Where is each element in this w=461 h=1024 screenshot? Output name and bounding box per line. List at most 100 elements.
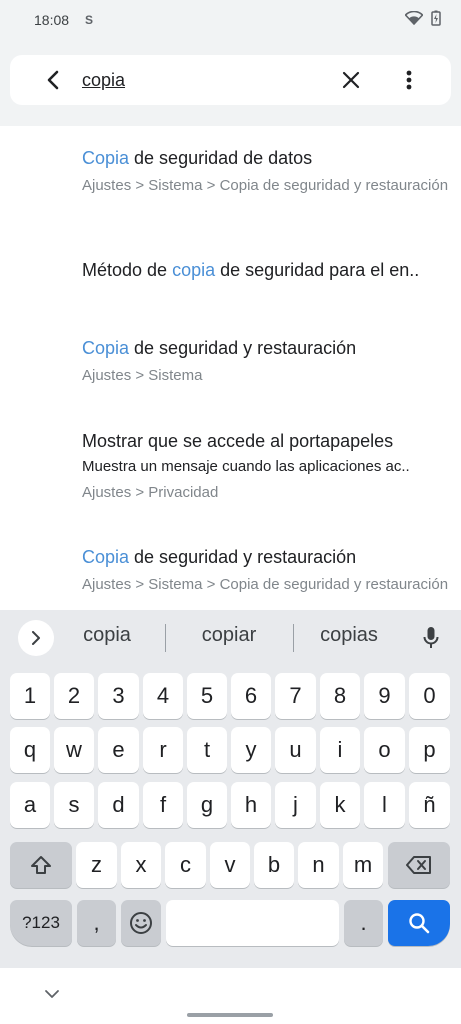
symbols-key[interactable]: ?123 — [10, 900, 72, 946]
battery-charging-icon — [431, 10, 441, 31]
result-title-text: de seguridad de datos — [129, 148, 313, 168]
result-item[interactable]: Método de copia de seguridad para el en.… — [82, 259, 452, 281]
navigation-bar — [0, 968, 461, 1024]
clear-icon — [342, 71, 360, 89]
key-u[interactable]: u — [275, 727, 316, 773]
result-title-highlight: Copia — [82, 338, 130, 358]
result-title: Mostrar que se accede al portapapeles — [82, 431, 394, 451]
search-icon — [409, 913, 430, 934]
key-7[interactable]: 7 — [275, 673, 316, 719]
key-c[interactable]: c — [165, 842, 206, 888]
key-2[interactable]: 2 — [54, 673, 94, 719]
suggestion-chip[interactable]: copiar — [174, 624, 284, 647]
shift-key[interactable] — [10, 842, 72, 888]
more-vert-icon — [406, 70, 412, 90]
key-a[interactable]: a — [10, 782, 50, 828]
expand-suggestions-icon — [32, 631, 40, 645]
backspace-icon — [406, 856, 431, 874]
key-9[interactable]: 9 — [364, 673, 405, 719]
search-action-key[interactable] — [388, 900, 450, 946]
space-key[interactable] — [166, 900, 339, 946]
mic-icon — [423, 627, 439, 648]
emoji-key[interactable] — [121, 900, 161, 946]
search-bar — [10, 55, 451, 105]
status-bar: 18:08 S — [0, 0, 461, 40]
result-title-highlight: copia — [172, 260, 216, 280]
wifi-icon — [404, 10, 424, 30]
hide-keyboard-button[interactable] — [40, 982, 64, 1006]
period-key[interactable]: . — [344, 900, 383, 946]
key-v[interactable]: v — [210, 842, 250, 888]
result-item[interactable]: Mostrar que se accede al portapapeles Mu… — [82, 430, 452, 502]
result-summary: Muestra un mensaje cuando las aplicacion… — [82, 458, 410, 475]
result-path: Ajustes > Privacidad — [82, 484, 219, 501]
result-title: Copia de seguridad de datos — [82, 147, 452, 169]
key-d[interactable]: d — [98, 782, 139, 828]
search-results-list: Copia de seguridad de datos Ajustes > Si… — [0, 126, 461, 610]
result-title-highlight: Copia — [82, 148, 130, 168]
result-path: Ajustes > Sistema > Copia de seguridad y… — [82, 576, 449, 593]
result-title-text: de seguridad para el en.. — [215, 260, 420, 280]
status-icons — [404, 10, 441, 31]
search-input[interactable] — [82, 69, 302, 91]
key-0[interactable]: 0 — [409, 673, 450, 719]
result-item[interactable]: Copia de seguridad y restauración Ajuste… — [82, 546, 452, 594]
key-g[interactable]: g — [187, 782, 227, 828]
key-l[interactable]: l — [364, 782, 405, 828]
result-title-text: de seguridad y restauración — [129, 547, 357, 567]
key-k[interactable]: k — [320, 782, 360, 828]
key-x[interactable]: x — [121, 842, 161, 888]
key-o[interactable]: o — [364, 727, 405, 773]
key-1[interactable]: 1 — [10, 673, 50, 719]
gesture-handle[interactable] — [187, 1013, 273, 1017]
emoji-icon — [130, 912, 152, 934]
more-options-button[interactable] — [391, 62, 427, 98]
result-item[interactable]: Copia de seguridad y restauración Ajuste… — [82, 337, 452, 385]
shift-icon — [31, 856, 51, 874]
key-4[interactable]: 4 — [143, 673, 183, 719]
keyboard: copia copiar copias 1 2 3 4 5 6 7 8 9 0 … — [0, 610, 461, 968]
result-path: Ajustes > Sistema — [82, 367, 203, 384]
key-e[interactable]: e — [98, 727, 139, 773]
result-title: Copia de seguridad y restauración — [82, 546, 452, 568]
clear-search-button[interactable] — [333, 62, 369, 98]
result-item[interactable]: Copia de seguridad de datos Ajustes > Si… — [82, 147, 452, 195]
notification-s-icon: S — [85, 13, 94, 27]
key-z[interactable]: z — [76, 842, 117, 888]
key-j[interactable]: j — [275, 782, 316, 828]
key-n[interactable]: n — [298, 842, 339, 888]
back-button[interactable] — [36, 62, 72, 98]
back-arrow-icon — [47, 70, 59, 90]
key-q[interactable]: q — [10, 727, 50, 773]
key-b[interactable]: b — [254, 842, 294, 888]
key-h[interactable]: h — [231, 782, 271, 828]
key-m[interactable]: m — [343, 842, 383, 888]
key-n-tilde[interactable]: ñ — [409, 782, 450, 828]
expand-suggestions-button[interactable] — [18, 620, 54, 656]
key-r[interactable]: r — [143, 727, 183, 773]
status-time: 18:08 — [34, 12, 70, 28]
voice-input-button[interactable] — [415, 622, 447, 654]
key-5[interactable]: 5 — [187, 673, 227, 719]
key-f[interactable]: f — [143, 782, 183, 828]
hide-keyboard-icon — [45, 990, 59, 998]
result-title-highlight: Copia — [82, 547, 130, 567]
result-title-text: Método de — [82, 260, 173, 280]
key-8[interactable]: 8 — [320, 673, 360, 719]
key-6[interactable]: 6 — [231, 673, 271, 719]
key-3[interactable]: 3 — [98, 673, 139, 719]
key-s[interactable]: s — [54, 782, 94, 828]
key-t[interactable]: t — [187, 727, 227, 773]
key-y[interactable]: y — [231, 727, 271, 773]
result-title: Copia de seguridad y restauración — [82, 337, 452, 359]
key-p[interactable]: p — [409, 727, 450, 773]
backspace-key[interactable] — [388, 842, 450, 888]
result-path: Ajustes > Sistema > Copia de seguridad y… — [82, 177, 449, 194]
key-i[interactable]: i — [320, 727, 360, 773]
suggestion-divider — [165, 624, 166, 652]
result-title-text: de seguridad y restauración — [129, 338, 357, 358]
suggestion-chip[interactable]: copias — [294, 624, 404, 647]
suggestion-chip[interactable]: copia — [52, 624, 162, 647]
key-w[interactable]: w — [54, 727, 94, 773]
comma-key[interactable]: , — [77, 900, 116, 946]
